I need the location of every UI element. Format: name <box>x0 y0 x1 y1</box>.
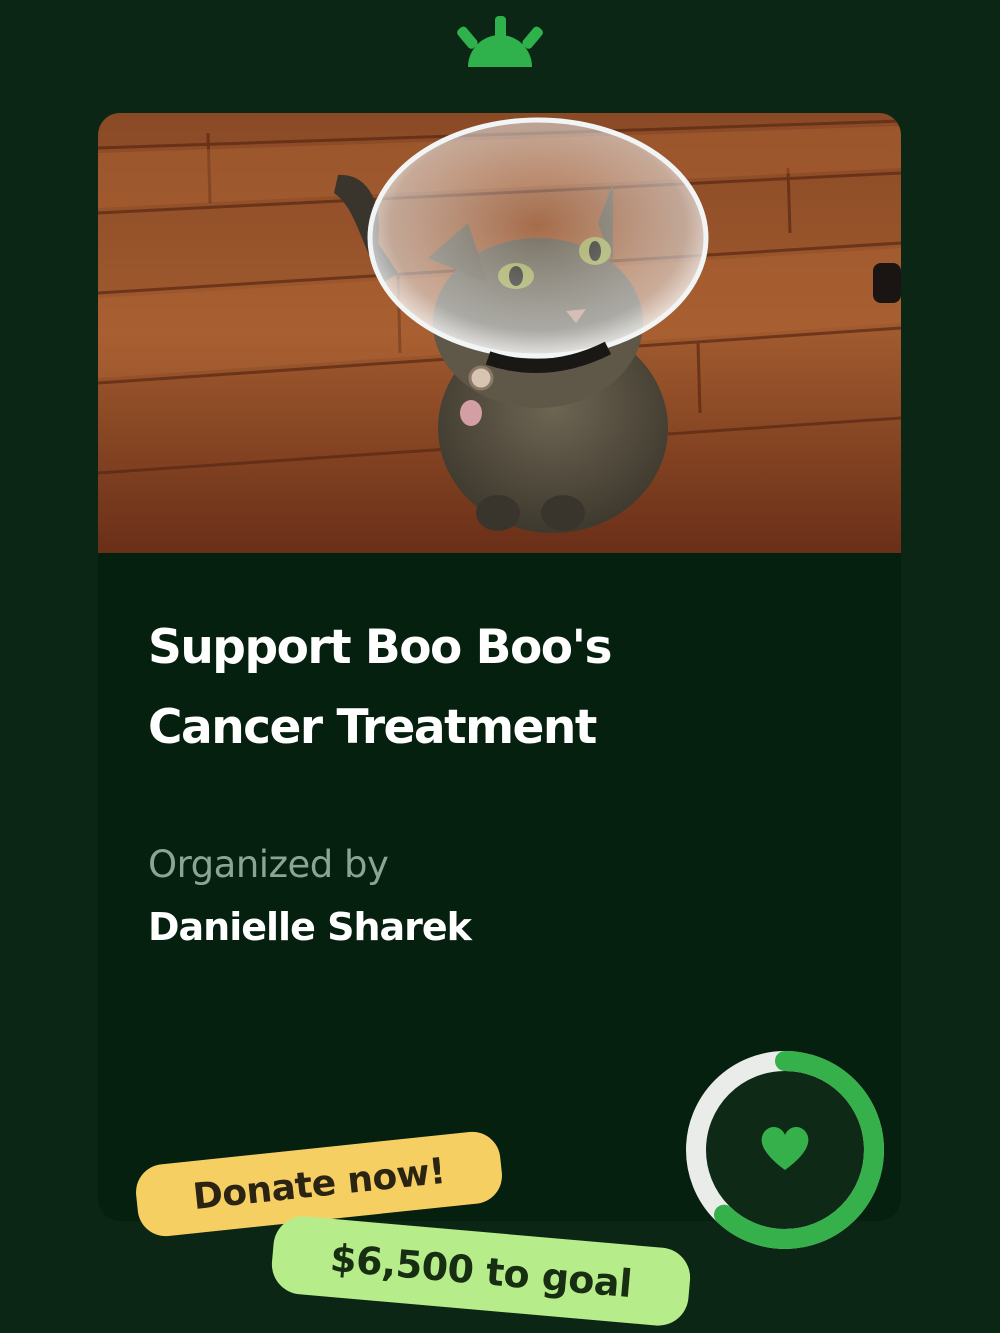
campaign-title-line-1: Support Boo Boo's <box>148 620 612 675</box>
organizer-label: Organized by <box>148 843 389 886</box>
campaign-title: Support Boo Boo's Cancer Treatment <box>148 608 848 768</box>
donation-progress-ring[interactable] <box>683 1048 887 1252</box>
organizer-name[interactable]: Danielle Sharek <box>148 905 472 949</box>
goal-remaining-badge: $6,500 to goal <box>269 1213 693 1329</box>
campaign-title-line-2: Cancer Treatment <box>148 700 597 755</box>
page: Support Boo Boo's Cancer Treatment Organ… <box>0 0 1000 1333</box>
brand-logo-icon <box>457 16 543 67</box>
campaign-photo <box>98 113 901 553</box>
